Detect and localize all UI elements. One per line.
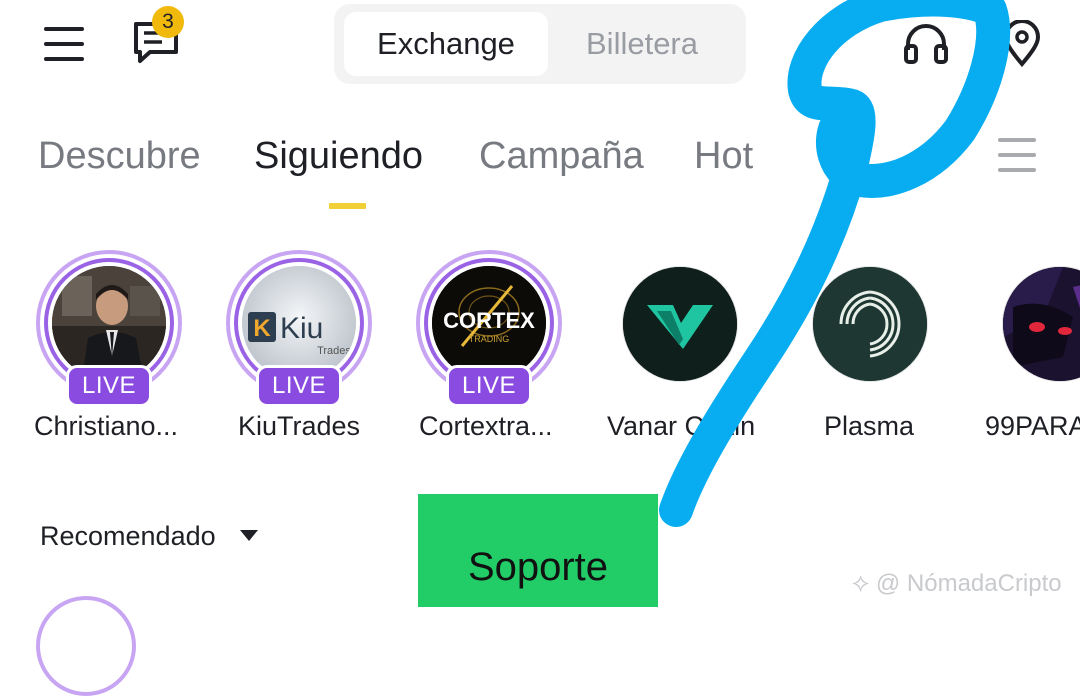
- list-icon-bar: [998, 168, 1036, 172]
- live-badge: LIVE: [66, 365, 152, 407]
- anime-avatar-image: [1003, 267, 1080, 381]
- following-name: Christiano...: [34, 411, 179, 441]
- following-name: Plasma: [824, 411, 915, 441]
- wallet-tab[interactable]: Billetera: [556, 12, 728, 76]
- avatar: [622, 266, 738, 382]
- watermark: ⟡ @ NómadaCripto: [852, 565, 1062, 601]
- watermark-text: @ NómadaCripto: [875, 570, 1062, 597]
- person-avatar-image: [52, 266, 166, 380]
- location-pin-icon: [1003, 19, 1041, 68]
- exchange-tab[interactable]: Exchange: [344, 12, 548, 76]
- svg-text:K: K: [253, 315, 271, 342]
- avatar: CORTEX TRADING: [432, 266, 546, 380]
- list-icon: [998, 138, 1036, 142]
- following-item-99para[interactable]: [1002, 266, 1080, 382]
- following-item-kiutrades[interactable]: K Kiu Trades LIVE: [226, 250, 372, 430]
- tab-siguiendo[interactable]: Siguiendo: [254, 130, 423, 182]
- support-headset-button[interactable]: [902, 22, 950, 66]
- tab-hot[interactable]: Hot: [694, 130, 753, 182]
- following-item-vanar[interactable]: [622, 266, 738, 382]
- binance-logo-icon: ⟡: [852, 567, 870, 597]
- svg-text:TRADING: TRADING: [469, 334, 510, 344]
- tab-campana[interactable]: Campaña: [479, 130, 644, 182]
- avatar: [52, 266, 166, 380]
- profile-pin-button[interactable]: [1000, 19, 1044, 68]
- tab-descubre[interactable]: Descubre: [38, 130, 201, 182]
- avatar: K Kiu Trades: [242, 266, 356, 380]
- kiu-logo-image: K Kiu Trades: [242, 266, 356, 380]
- menu-icon: [44, 27, 84, 31]
- menu-icon-bar: [44, 57, 84, 61]
- tabs-more-button[interactable]: [998, 138, 1036, 172]
- caret-down-icon[interactable]: [240, 530, 258, 541]
- svg-text:Kiu: Kiu: [280, 312, 323, 345]
- menu-icon-bar: [44, 42, 84, 46]
- support-button[interactable]: Soporte: [418, 494, 658, 607]
- plasma-logo-image: [813, 267, 927, 381]
- svg-text:CORTEX: CORTEX: [443, 308, 535, 333]
- notification-badge: 3: [152, 6, 184, 38]
- active-tab-indicator: [329, 203, 366, 209]
- following-name: 99PARA: [985, 411, 1080, 441]
- headset-icon: [904, 24, 948, 64]
- following-item-cortex[interactable]: CORTEX TRADING LIVE: [416, 250, 562, 430]
- recommended-filter[interactable]: Recomendado: [40, 516, 216, 556]
- menu-button[interactable]: [44, 25, 86, 63]
- live-badge: LIVE: [446, 365, 532, 407]
- avatar: [812, 266, 928, 382]
- vanar-logo-image: [623, 267, 737, 381]
- following-name: Cortextra...: [419, 411, 553, 441]
- avatar-ring-partial: [36, 596, 136, 696]
- cortex-logo-image: CORTEX TRADING: [432, 266, 546, 380]
- following-item-plasma[interactable]: [812, 266, 928, 382]
- following-name: Vanar Chain: [607, 411, 756, 441]
- following-item-christiano[interactable]: LIVE: [36, 250, 182, 430]
- avatar: [1002, 266, 1080, 382]
- following-name: KiuTrades: [238, 411, 361, 441]
- list-icon-bar: [998, 153, 1036, 157]
- live-badge: LIVE: [256, 365, 342, 407]
